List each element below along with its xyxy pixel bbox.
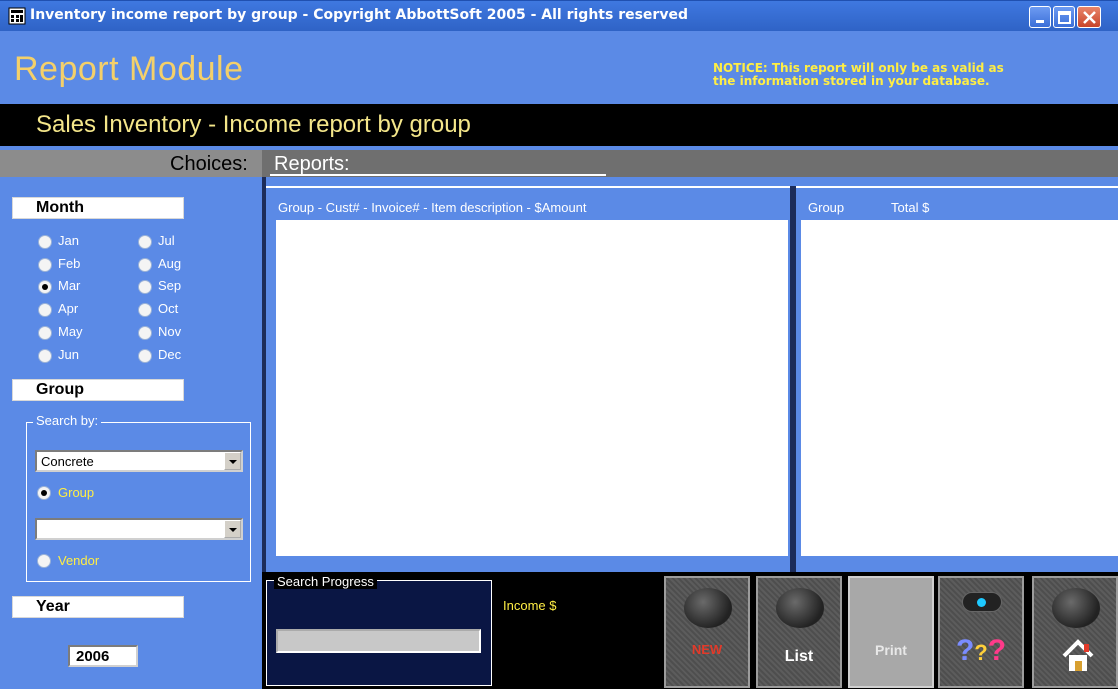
report-title: Sales Inventory - Income report by group [36,111,471,138]
chevron-down-icon[interactable] [224,520,241,538]
summary-pane-header [796,186,1118,218]
choices-label: Choices: [170,153,248,175]
year-input[interactable]: 2006 [68,645,138,667]
month-label-feb: Feb [58,255,81,271]
vendor-combo[interactable] [35,518,243,540]
home-button[interactable] [1032,576,1118,688]
month-label-may: May [58,323,83,339]
radio-month-jan[interactable] [38,235,52,249]
toggle-icon [962,592,1002,612]
summary-header-group: Group [808,200,845,215]
notice-line-2: the information stored in your database. [713,74,990,88]
title-bar[interactable]: Inventory income report by group - Copyr… [0,0,1118,31]
app-icon [8,7,26,25]
search-progress-bar [276,629,481,653]
close-icon [1083,11,1096,24]
radio-month-may[interactable] [38,325,52,340]
reports-label: Reports: [274,153,350,175]
knob-icon [776,588,824,628]
minimize-icon [1036,20,1044,23]
close-button[interactable] [1077,6,1101,28]
reports-underline [270,174,606,176]
group-combo-value: Concrete [41,454,94,469]
help-button[interactable]: ??? [938,576,1024,688]
new-button[interactable]: NEW [664,576,750,688]
left-divider [262,177,266,577]
middle-divider [790,186,796,572]
home-icon [1062,639,1094,671]
maximize-icon [1058,11,1071,24]
group-combo[interactable]: Concrete [35,450,243,472]
toggle-dot [977,598,986,607]
knob-icon [1052,588,1100,628]
month-label-sep: Sep [158,278,182,294]
radio-group[interactable] [37,486,51,500]
radio-month-jul[interactable] [138,235,152,249]
module-title: Report Module [14,50,244,88]
month-label-oct: Oct [158,301,179,317]
notice-text: NOTICE: This report will only be as vali… [713,62,1004,88]
year-label: Year [36,598,70,615]
chevron-down-icon[interactable] [224,452,241,470]
minimize-button[interactable] [1029,6,1051,28]
search-progress-label: Search Progress [274,574,377,589]
maximize-button[interactable] [1053,6,1075,28]
radio-month-dec[interactable] [138,348,152,363]
radio-vendor[interactable] [37,554,51,568]
detail-pane-header-text: Group - Cust# - Invoice# - Item descript… [278,200,587,215]
option-group-label: Group [58,485,95,500]
month-label-jun: Jun [58,346,79,362]
radio-month-aug[interactable] [138,257,152,272]
summary-header-total: Total $ [891,200,930,215]
month-label-jul: Jul [158,233,175,248]
radio-month-feb[interactable] [38,257,52,272]
knob-icon [684,588,732,628]
radio-month-oct[interactable] [138,303,152,318]
help-icon: ??? [955,634,1007,667]
window-title: Inventory income report by group - Copyr… [30,7,688,23]
print-button[interactable]: Print [848,576,934,688]
month-label-dec: Dec [158,346,182,362]
month-label-apr: Apr [58,301,79,317]
month-label-mar: Mar [58,278,81,294]
month-label-aug: Aug [158,255,182,271]
month-label-jan: Jan [58,233,79,248]
radio-month-nov[interactable] [138,325,152,340]
month-label-nov: Nov [158,323,182,339]
option-vendor-label: Vendor [58,553,100,568]
radio-month-apr[interactable] [38,303,52,318]
detail-list[interactable] [276,220,788,556]
print-button-label: Print [875,642,907,658]
list-button[interactable]: List [756,576,842,688]
new-button-label: NEW [691,642,723,657]
summary-list[interactable] [801,220,1118,556]
group-label: Group [36,381,84,398]
income-label: Income $ [503,598,557,613]
month-label: Month [36,199,84,216]
list-button-label: List [784,648,814,665]
search-by-label: Search by: [33,413,102,428]
radio-month-jun[interactable] [38,348,52,363]
